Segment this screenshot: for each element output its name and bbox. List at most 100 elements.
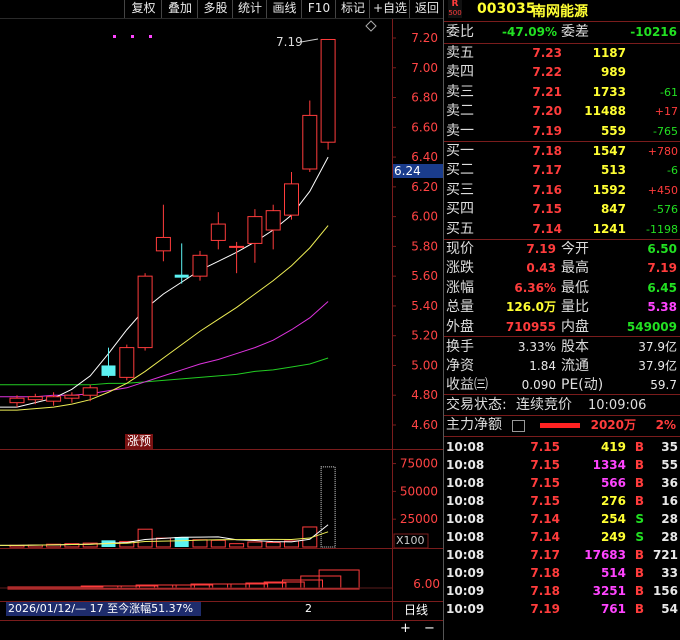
stats-row: 净资 1.84 流通 37.9亿 (444, 357, 680, 376)
ask-change: -61 (660, 85, 678, 99)
bid-row[interactable]: 买二 7.17 513 -6 (444, 161, 680, 180)
trade-volume: 419 (600, 440, 626, 454)
bid-change: -1198 (646, 222, 678, 236)
candle-body[interactable] (46, 396, 62, 402)
main-flow-pct: 2% (655, 418, 676, 432)
candle-body[interactable] (284, 183, 299, 216)
trade-side: B (634, 548, 644, 562)
quote-value: 0.43 (526, 261, 556, 276)
ask-price: 7.19 (532, 123, 562, 138)
trade-side: B (634, 602, 644, 616)
trade-count: 156 (652, 584, 678, 598)
candle-body[interactable] (247, 216, 263, 244)
trade-time: 10:08 (446, 440, 485, 454)
trade-price: 7.18 (530, 584, 560, 598)
price-tick-label: 6.40 (411, 150, 438, 164)
stock-header: R 500 003035 南网能源 (444, 0, 680, 20)
commission-ratio-value: -47.09% (502, 25, 557, 39)
quote-value-2: 6.50 (647, 242, 677, 256)
candle-body[interactable] (137, 275, 153, 349)
volume-bar (155, 537, 171, 548)
main-flow-row: 主力净额 2020万 2% (444, 416, 680, 435)
trade-row: 10:09 7.19 761 B 54 (444, 600, 680, 618)
price-tick-label: 4.60 (411, 418, 438, 432)
trade-price: 7.15 (530, 440, 560, 454)
stats-label-2: 股本 (561, 339, 589, 355)
bid-change: +450 (647, 183, 678, 197)
quote-value-2: 549009 (626, 319, 677, 334)
ask-row[interactable]: 卖二 7.20 11488 +17 (444, 102, 680, 121)
ma-yellow-line (0, 225, 329, 411)
volume-tick-label: 50000 (400, 484, 438, 498)
quote-label-2: 量比 (561, 299, 589, 316)
ask-row[interactable]: 卖一 7.19 559 -765 (444, 122, 680, 141)
trade-row: 10:08 7.14 249 S 28 (444, 528, 680, 546)
trade-volume: 761 (600, 602, 626, 616)
bid-change: -576 (653, 203, 678, 217)
quote-label: 涨幅 (446, 279, 474, 296)
trade-time: 10:08 (446, 458, 485, 472)
ask-row[interactable]: 卖四 7.22 989 (444, 63, 680, 82)
bid-row[interactable]: 买三 7.16 1592 +450 (444, 181, 680, 200)
trade-volume: 276 (600, 494, 626, 508)
commission-ratio-label: 委比 (446, 24, 474, 40)
candle-body[interactable] (119, 347, 135, 378)
zoom-in-button[interactable]: + (400, 621, 411, 637)
trade-row: 10:08 7.15 276 B 16 (444, 492, 680, 510)
candle-body[interactable] (229, 245, 245, 248)
candle-body[interactable] (82, 387, 98, 396)
trade-row: 10:08 7.15 1334 B 55 (444, 456, 680, 474)
candle-body[interactable] (210, 223, 226, 241)
candle-body[interactable] (302, 114, 318, 170)
kline-chart[interactable]: 7.20 7.00 6.80 6.60 6.40 6.20 6.00 5.80 5.60 5.40… (0, 0, 443, 640)
trade-side: S (635, 530, 644, 544)
bid-row[interactable]: 买五 7.14 1241 -1198 (444, 220, 680, 239)
trade-count: 28 (661, 530, 678, 544)
trade-price: 7.18 (530, 566, 560, 580)
trade-price: 7.15 (530, 458, 560, 472)
quote-label: 外盘 (446, 318, 474, 335)
trade-side: B (634, 494, 644, 508)
stats-label: 换手 (446, 339, 474, 355)
trade-time: 10:09 (446, 566, 485, 580)
macd-bar (318, 569, 360, 590)
zoom-out-button[interactable]: − (424, 621, 435, 637)
bid-row[interactable]: 买四 7.15 847 -576 (444, 200, 680, 219)
quote-label-2: 内盘 (561, 318, 589, 335)
candle-body[interactable] (174, 274, 189, 278)
commission-diff-label: 委差 (561, 24, 589, 40)
quote-label-2: 最低 (561, 279, 589, 296)
trade-status-time: 10:09:06 (588, 398, 647, 413)
ma-green-line (0, 357, 329, 386)
period-label[interactable]: 日线 (404, 603, 428, 617)
candle-body[interactable] (320, 38, 336, 143)
ask-row[interactable]: 卖三 7.21 1733 -61 (444, 83, 680, 102)
candle-body[interactable] (9, 397, 25, 404)
candle-body[interactable] (101, 365, 116, 376)
bid-label: 买三 (446, 181, 474, 198)
candle-body[interactable] (27, 396, 43, 401)
stats-value: 3.33% (517, 340, 556, 354)
signal-dot (131, 35, 134, 38)
candle-body[interactable] (64, 394, 80, 399)
stats-value: 0.090 (521, 378, 556, 392)
high-pointer-line (300, 38, 319, 43)
quote-value: 710955 (505, 319, 556, 334)
bid-row[interactable]: 买一 7.18 1547 +780 (444, 142, 680, 161)
main-flow-icon[interactable] (512, 420, 525, 432)
trade-count: 54 (661, 602, 678, 616)
bid-price: 7.15 (532, 202, 562, 217)
bid-label: 买五 (446, 220, 474, 237)
diamond-icon[interactable] (365, 20, 377, 32)
candle-body[interactable] (155, 236, 171, 252)
candle-body[interactable] (192, 254, 208, 277)
quote-value-2: 7.19 (647, 261, 677, 276)
bid-price: 7.17 (532, 163, 562, 178)
ask-volume: 1187 (592, 46, 626, 60)
ask-row[interactable]: 卖五 7.23 1187 (444, 44, 680, 63)
ask-change: -765 (653, 124, 678, 138)
trade-side: B (634, 440, 644, 454)
bid-change: +780 (647, 145, 678, 158)
candle-body[interactable] (265, 210, 281, 231)
trade-volume: 254 (600, 512, 626, 526)
